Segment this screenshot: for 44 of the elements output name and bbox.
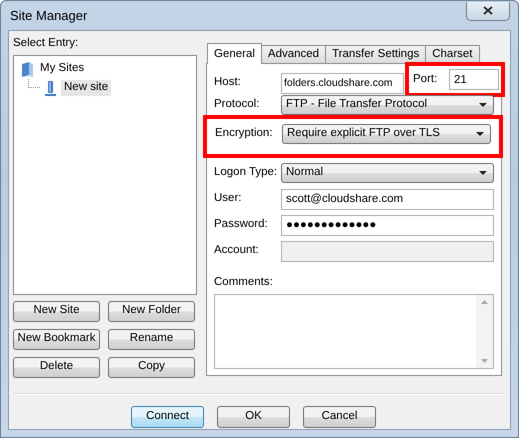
logon-type-dropdown[interactable]: Normal xyxy=(281,163,494,183)
password-field[interactable]: ●●●●●●●●●●●●● xyxy=(281,214,494,236)
host-field[interactable]: folders.cloudshare.com xyxy=(281,72,404,94)
section-label: Select Entry: xyxy=(13,37,80,51)
tab[interactable]: General xyxy=(207,43,262,64)
entry-button[interactable]: New Folder xyxy=(108,300,195,322)
window-title: Site Manager xyxy=(10,8,88,24)
folder-icon xyxy=(20,60,34,78)
caret-icon xyxy=(476,132,484,136)
encryption-dropdown[interactable]: Require explicit FTP over TLS xyxy=(282,124,491,144)
entry-button[interactable]: New Site xyxy=(13,300,100,322)
field-label: User: xyxy=(214,192,242,206)
caret-icon xyxy=(479,103,487,107)
port-field[interactable]: 21 xyxy=(449,69,499,90)
field-label: Logon Type: xyxy=(214,166,278,180)
tab[interactable]: Charset xyxy=(425,45,480,63)
field-label: Protocol: xyxy=(214,98,260,112)
entry-button[interactable]: New Bookmark xyxy=(13,328,100,350)
tree-item[interactable]: New site xyxy=(61,80,112,96)
close-icon xyxy=(483,6,493,15)
tree-line xyxy=(28,79,40,88)
server-icon xyxy=(43,80,58,97)
scroll-up-icon xyxy=(481,300,488,304)
close-button[interactable] xyxy=(466,2,510,20)
comments-field[interactable] xyxy=(214,294,494,369)
entry-button[interactable]: Delete xyxy=(13,356,100,378)
tab[interactable]: Transfer Settings xyxy=(325,45,426,63)
protocol-dropdown[interactable]: FTP - File Transfer Protocol xyxy=(281,95,494,115)
field-label: Port: xyxy=(412,72,438,86)
field-label: Encryption: xyxy=(215,126,274,140)
entry-button[interactable]: Rename xyxy=(108,328,195,350)
scroll-down-icon xyxy=(481,358,488,363)
tab[interactable]: Advanced xyxy=(260,45,326,63)
field-label: Password: xyxy=(214,218,269,232)
user-field[interactable]: scott@cloudshare.com xyxy=(281,188,494,210)
entry-button[interactable]: Copy xyxy=(108,356,195,378)
dialog-button[interactable]: OK xyxy=(217,406,290,428)
tree-item[interactable]: My Sites xyxy=(37,61,88,78)
field-label: Comments: xyxy=(214,276,274,290)
field-label: Host: xyxy=(214,76,242,90)
dialog-button[interactable]: Connect xyxy=(131,406,204,428)
dialog-button[interactable]: Cancel xyxy=(303,406,376,428)
field-label: Account: xyxy=(214,244,260,258)
caret-icon xyxy=(479,171,487,175)
